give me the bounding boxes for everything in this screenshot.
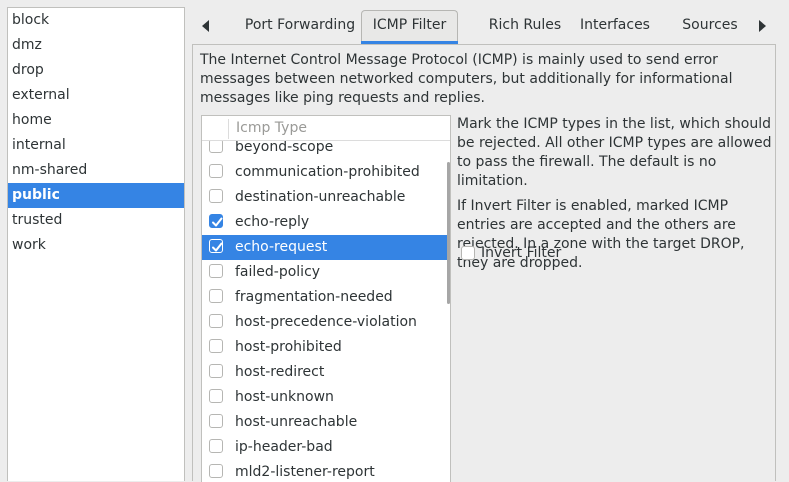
- icmp-type-label: destination-unreachable: [235, 189, 406, 205]
- tab-rich-rules[interactable]: Rich Rules: [472, 10, 578, 41]
- icmp-type-label: host-unreachable: [235, 414, 358, 430]
- icmp-type-label: host-precedence-violation: [235, 314, 417, 330]
- icmp-type-row[interactable]: host-redirect: [202, 360, 450, 385]
- icmp-type-checkbox[interactable]: [209, 439, 223, 453]
- checkmark-icon: [212, 217, 223, 227]
- icmp-help-paragraph-1: Mark the ICMP types in the list, which s…: [457, 116, 772, 189]
- icmp-type-checkbox[interactable]: [209, 139, 223, 153]
- zone-item-internal[interactable]: internal: [8, 133, 184, 158]
- zone-item-home[interactable]: home: [8, 108, 184, 133]
- zone-item-external[interactable]: external: [8, 83, 184, 108]
- triangle-left-icon: [202, 19, 209, 32]
- header-divider: [228, 119, 229, 139]
- icmp-type-checkbox[interactable]: [209, 164, 223, 178]
- tab-port-forwarding[interactable]: Port Forwarding: [228, 10, 372, 41]
- invert-filter-label: Invert Filter: [481, 245, 562, 261]
- zone-item-work[interactable]: work: [8, 233, 184, 258]
- invert-filter-checkbox[interactable]: [461, 246, 475, 260]
- icmp-type-rows: beyond-scope communication-prohibited dest…: [202, 135, 450, 482]
- zone-item-public[interactable]: public: [8, 183, 184, 208]
- icmp-type-column-header[interactable]: Icmp Type: [236, 116, 307, 141]
- zone-item-nm-shared[interactable]: nm-shared: [8, 158, 184, 183]
- icmp-type-label: echo-request: [235, 239, 328, 255]
- icmp-type-checkbox[interactable]: [209, 339, 223, 353]
- icmp-type-checkbox[interactable]: [209, 364, 223, 378]
- icmp-type-label: mld2-listener-report: [235, 464, 375, 480]
- icmp-type-row[interactable]: mld2-listener-report: [202, 460, 450, 482]
- tab-scroll-right-button[interactable]: [750, 7, 774, 44]
- icmp-type-row[interactable]: echo-request: [202, 235, 450, 260]
- invert-filter-option[interactable]: Invert Filter: [461, 243, 561, 263]
- zone-item-dmz[interactable]: dmz: [8, 33, 184, 58]
- icmp-type-checkbox[interactable]: [209, 389, 223, 403]
- icmp-type-checkbox[interactable]: [209, 414, 223, 428]
- icmp-type-checkbox[interactable]: [209, 214, 223, 228]
- icmp-type-checkbox[interactable]: [209, 264, 223, 278]
- icmp-type-checkbox[interactable]: [209, 289, 223, 303]
- zone-item-block[interactable]: block: [8, 8, 184, 33]
- icmp-type-row[interactable]: host-precedence-violation: [202, 310, 450, 335]
- tab-scroll-left-button[interactable]: [194, 7, 218, 44]
- icmp-description: The Internet Control Message Protocol (I…: [200, 52, 733, 106]
- icmp-type-label: ip-header-bad: [235, 439, 333, 455]
- icmp-type-list[interactable]: beyond-scope communication-prohibited dest…: [201, 115, 451, 482]
- icmp-type-label: host-prohibited: [235, 339, 342, 355]
- icmp-type-label: host-redirect: [235, 364, 325, 380]
- icmp-type-checkbox[interactable]: [209, 314, 223, 328]
- zone-item-trusted[interactable]: trusted: [8, 208, 184, 233]
- icmp-filter-panel: The Internet Control Message Protocol (I…: [192, 44, 776, 482]
- icmp-list-scrollbar[interactable]: [447, 162, 450, 304]
- icmp-type-row[interactable]: communication-prohibited: [202, 160, 450, 185]
- icmp-type-row[interactable]: host-unreachable: [202, 410, 450, 435]
- icmp-type-label: fragmentation-needed: [235, 289, 393, 305]
- icmp-type-row[interactable]: ip-header-bad: [202, 435, 450, 460]
- icmp-type-row[interactable]: host-unknown: [202, 385, 450, 410]
- icmp-type-list-header: Icmp Type: [202, 116, 450, 141]
- tab-icmp-filter[interactable]: ICMP Filter: [361, 10, 458, 44]
- tab-interfaces[interactable]: Interfaces: [576, 10, 654, 41]
- icmp-type-row[interactable]: destination-unreachable: [202, 185, 450, 210]
- icmp-type-row[interactable]: echo-reply: [202, 210, 450, 235]
- icmp-type-checkbox[interactable]: [209, 189, 223, 203]
- triangle-right-icon: [759, 19, 766, 32]
- zone-list[interactable]: block dmz drop external home internal nm…: [7, 7, 185, 481]
- icmp-type-label: echo-reply: [235, 214, 310, 230]
- icmp-type-row[interactable]: fragmentation-needed: [202, 285, 450, 310]
- tab-sources[interactable]: Sources: [678, 10, 742, 41]
- icmp-type-checkbox[interactable]: [209, 239, 223, 253]
- icmp-type-row[interactable]: host-prohibited: [202, 335, 450, 360]
- icmp-type-checkbox[interactable]: [209, 464, 223, 478]
- checkmark-icon: [212, 242, 223, 252]
- icmp-type-row[interactable]: failed-policy: [202, 260, 450, 285]
- zone-item-drop[interactable]: drop: [8, 58, 184, 83]
- icmp-type-label: failed-policy: [235, 264, 321, 280]
- icmp-type-label: host-unknown: [235, 389, 334, 405]
- icmp-type-label: communication-prohibited: [235, 164, 420, 180]
- tab-bar: Port Forwarding ICMP Filter Rich Rules I…: [192, 7, 776, 44]
